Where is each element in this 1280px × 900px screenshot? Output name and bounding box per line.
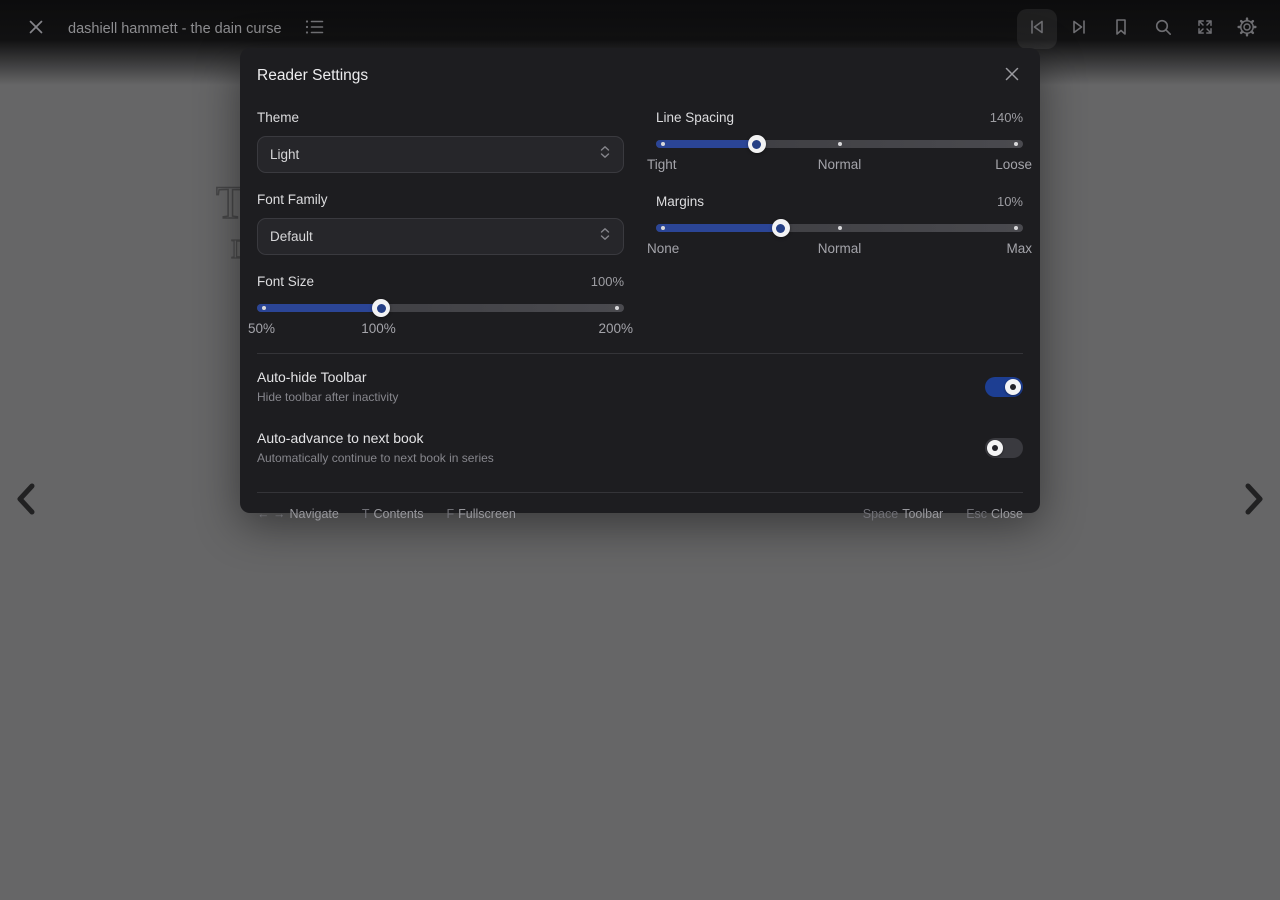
skip-previous-icon (1027, 17, 1047, 42)
font-size-slider[interactable] (257, 299, 624, 317)
book-title: dashiell hammett - the dain curse (68, 21, 282, 37)
font-family-select[interactable]: Default (257, 218, 624, 255)
theme-select[interactable]: Light (257, 136, 624, 173)
search-icon (1153, 17, 1173, 42)
dialog-close-button[interactable] (1001, 65, 1023, 87)
previous-page-button[interactable] (4, 477, 48, 525)
hint-fullscreen: FFullscreen (447, 507, 516, 521)
bookmark-icon (1111, 17, 1131, 42)
auto-advance-title: Auto-advance to next book (257, 430, 494, 446)
auto-hide-toolbar-subtitle: Hide toolbar after inactivity (257, 390, 398, 404)
close-icon (1004, 66, 1020, 87)
fullscreen-expand-icon (1195, 17, 1215, 42)
auto-hide-toolbar-row: Auto-hide Toolbar Hide toolbar after ina… (257, 354, 1023, 415)
contents-button[interactable] (300, 9, 330, 49)
skip-next-button[interactable] (1059, 9, 1099, 49)
font-size-value: 100% (591, 274, 624, 289)
auto-hide-toolbar-toggle[interactable] (985, 377, 1023, 397)
margins-value: 10% (997, 194, 1023, 209)
settings-right-column: Line Spacing 140% Tight Normal Loose Mar… (656, 110, 1023, 337)
margins-scale: None Normal Max (647, 241, 1032, 257)
auto-advance-subtitle: Automatically continue to next book in s… (257, 451, 494, 465)
auto-hide-toolbar-title: Auto-hide Toolbar (257, 369, 398, 385)
hint-contents: TContents (362, 507, 424, 521)
line-spacing-label: Line Spacing (656, 110, 734, 125)
reader-settings-dialog: Reader Settings Theme Light Font Family (240, 48, 1040, 513)
settings-left-column: Theme Light Font Family Default (257, 110, 624, 337)
font-size-label: Font Size (257, 274, 314, 289)
line-spacing-slider-thumb[interactable] (748, 135, 766, 153)
close-book-button[interactable] (16, 9, 56, 49)
search-button[interactable] (1143, 9, 1183, 49)
keyboard-hints-bar: ← →Navigate TContents FFullscreen SpaceT… (240, 493, 1040, 535)
chevron-up-down-icon (599, 145, 611, 164)
margins-slider[interactable] (656, 219, 1023, 237)
settings-gear-icon (1236, 16, 1258, 43)
line-spacing-value: 140% (990, 110, 1023, 125)
font-family-selected-value: Default (270, 229, 313, 244)
contents-list-icon (305, 19, 324, 40)
skip-next-icon (1069, 17, 1089, 42)
hint-navigate: ← →Navigate (257, 507, 339, 521)
next-page-button[interactable] (1232, 477, 1276, 525)
chevron-up-down-icon (599, 227, 611, 246)
auto-advance-row: Auto-advance to next book Automatically … (257, 415, 1023, 476)
margins-label: Margins (656, 194, 704, 209)
chevron-right-icon (1240, 481, 1268, 522)
bookmark-button[interactable] (1101, 9, 1141, 49)
toggle-knob (1005, 379, 1021, 395)
settings-button[interactable] (1227, 9, 1267, 49)
chevron-left-icon (12, 481, 40, 522)
margins-slider-thumb[interactable] (772, 219, 790, 237)
line-spacing-slider[interactable] (656, 135, 1023, 153)
theme-label: Theme (257, 110, 624, 125)
font-size-slider-thumb[interactable] (372, 299, 390, 317)
hint-close: EscClose (966, 507, 1023, 521)
fullscreen-button[interactable] (1185, 9, 1225, 49)
font-size-scale: 50% 100% 200% (248, 321, 633, 337)
auto-advance-toggle[interactable] (985, 438, 1023, 458)
line-spacing-scale: Tight Normal Loose (647, 157, 1032, 173)
dialog-title: Reader Settings (257, 67, 368, 85)
font-family-label: Font Family (257, 192, 624, 207)
skip-previous-button[interactable] (1017, 9, 1057, 49)
theme-selected-value: Light (270, 147, 299, 162)
toggle-knob (987, 440, 1003, 456)
hint-toolbar: SpaceToolbar (863, 507, 943, 521)
close-icon (27, 18, 45, 41)
